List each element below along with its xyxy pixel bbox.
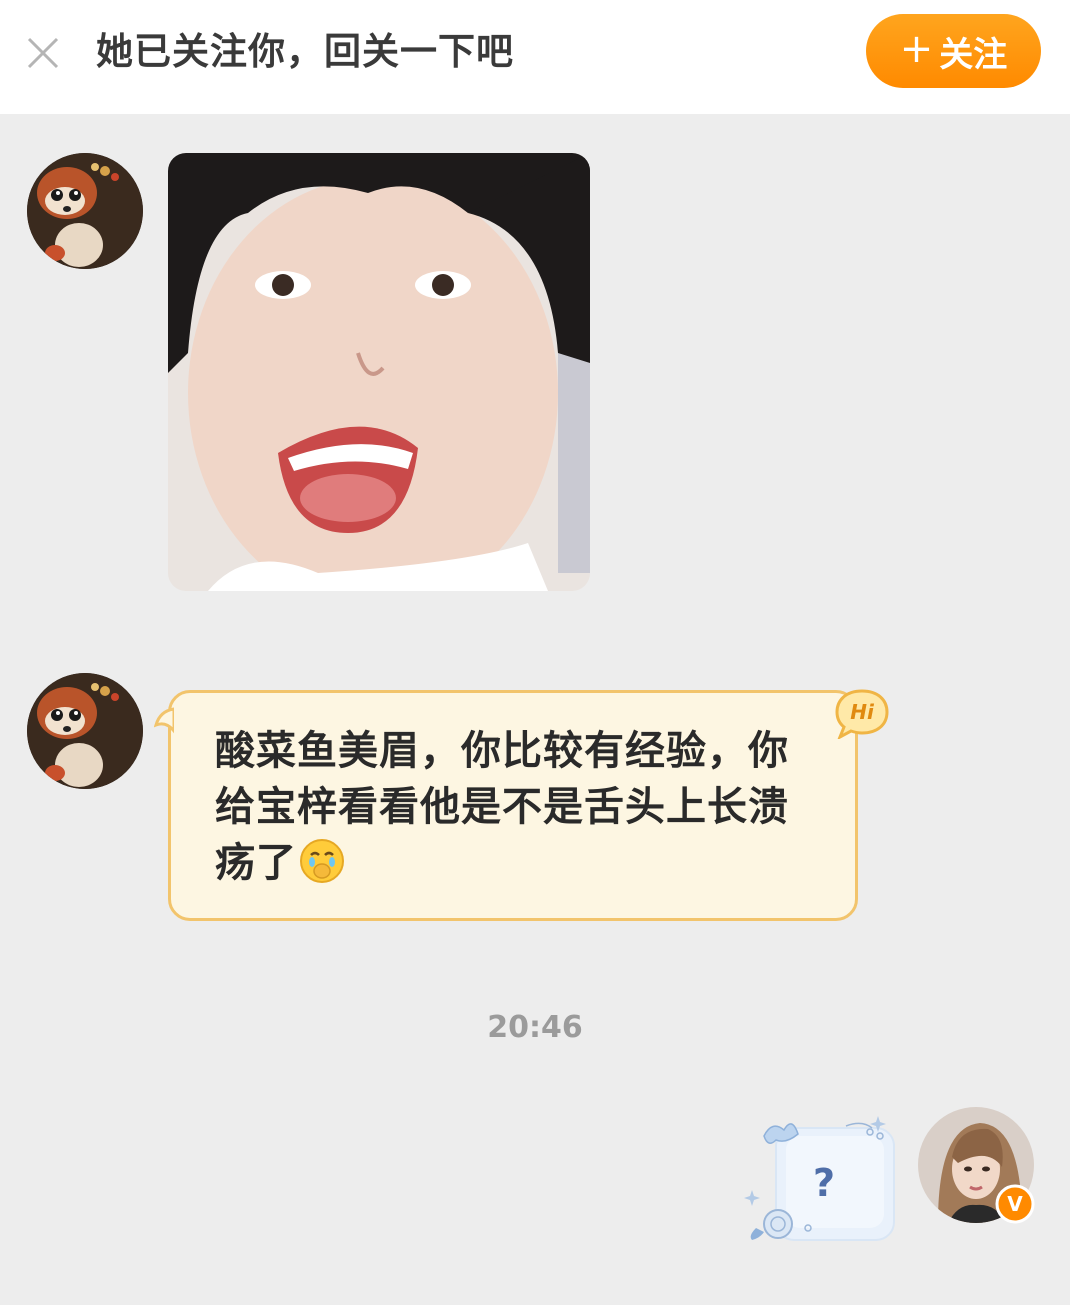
red-panda-avatar[interactable] [27, 153, 143, 269]
follow-button-label: 关注 [939, 34, 1008, 75]
message-text: 酸菜鱼美眉，你比较有经验，你给宝梓看看他是不是舌头上长溃疡了 [215, 728, 789, 886]
shared-photo[interactable] [168, 153, 590, 591]
hi-badge-label: Hi [850, 700, 875, 724]
sticker-question-mark: ? [813, 1161, 835, 1205]
follow-button[interactable]: + 关注 [866, 14, 1041, 88]
verified-badge-label: V [1007, 1192, 1023, 1216]
follow-back-bar: 她已关注你，回关一下吧 + 关注 [0, 0, 1070, 114]
crying-face-emoji [300, 839, 344, 883]
question-sticker[interactable]: ? [742, 1110, 902, 1250]
red-panda-avatar[interactable] [27, 673, 143, 789]
plus-icon: + [899, 26, 934, 72]
follow-back-tip: 她已关注你，回关一下吧 [96, 30, 514, 73]
hi-badge-icon: Hi [835, 689, 889, 739]
verified-badge-icon: V [995, 1184, 1035, 1224]
close-icon[interactable] [24, 34, 62, 72]
message-bubble[interactable]: 酸菜鱼美眉，你比较有经验，你给宝梓看看他是不是舌头上长溃疡了 [154, 690, 858, 921]
bubble-tail [154, 707, 174, 734]
message-timestamp: 20:46 [487, 1010, 583, 1045]
